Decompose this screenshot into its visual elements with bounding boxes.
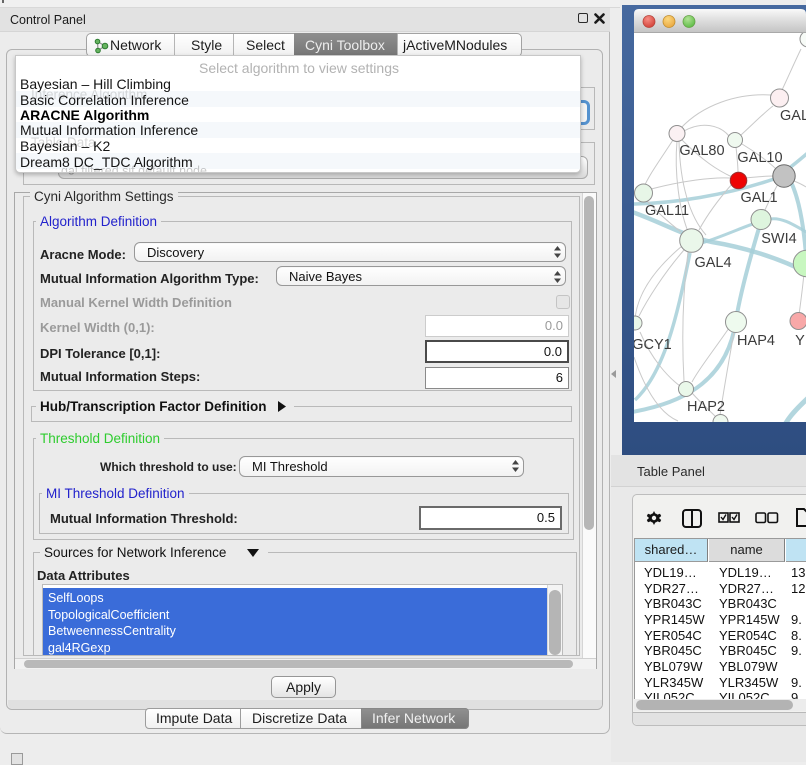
svg-text:GAL80: GAL80 bbox=[679, 143, 724, 159]
svg-text:GAL7: GAL7 bbox=[780, 108, 806, 124]
svg-text:HAP2: HAP2 bbox=[687, 399, 725, 415]
svg-text:GAL4: GAL4 bbox=[694, 255, 731, 271]
svg-text:Y: Y bbox=[795, 333, 805, 349]
svg-text:HAP4: HAP4 bbox=[737, 333, 775, 349]
svg-text:GCY1: GCY1 bbox=[632, 337, 672, 353]
svg-text:SWI4: SWI4 bbox=[761, 231, 796, 247]
svg-text:GAL1: GAL1 bbox=[740, 190, 777, 206]
svg-text:GAL11: GAL11 bbox=[645, 203, 689, 219]
svg-text:GAL10: GAL10 bbox=[737, 150, 782, 166]
